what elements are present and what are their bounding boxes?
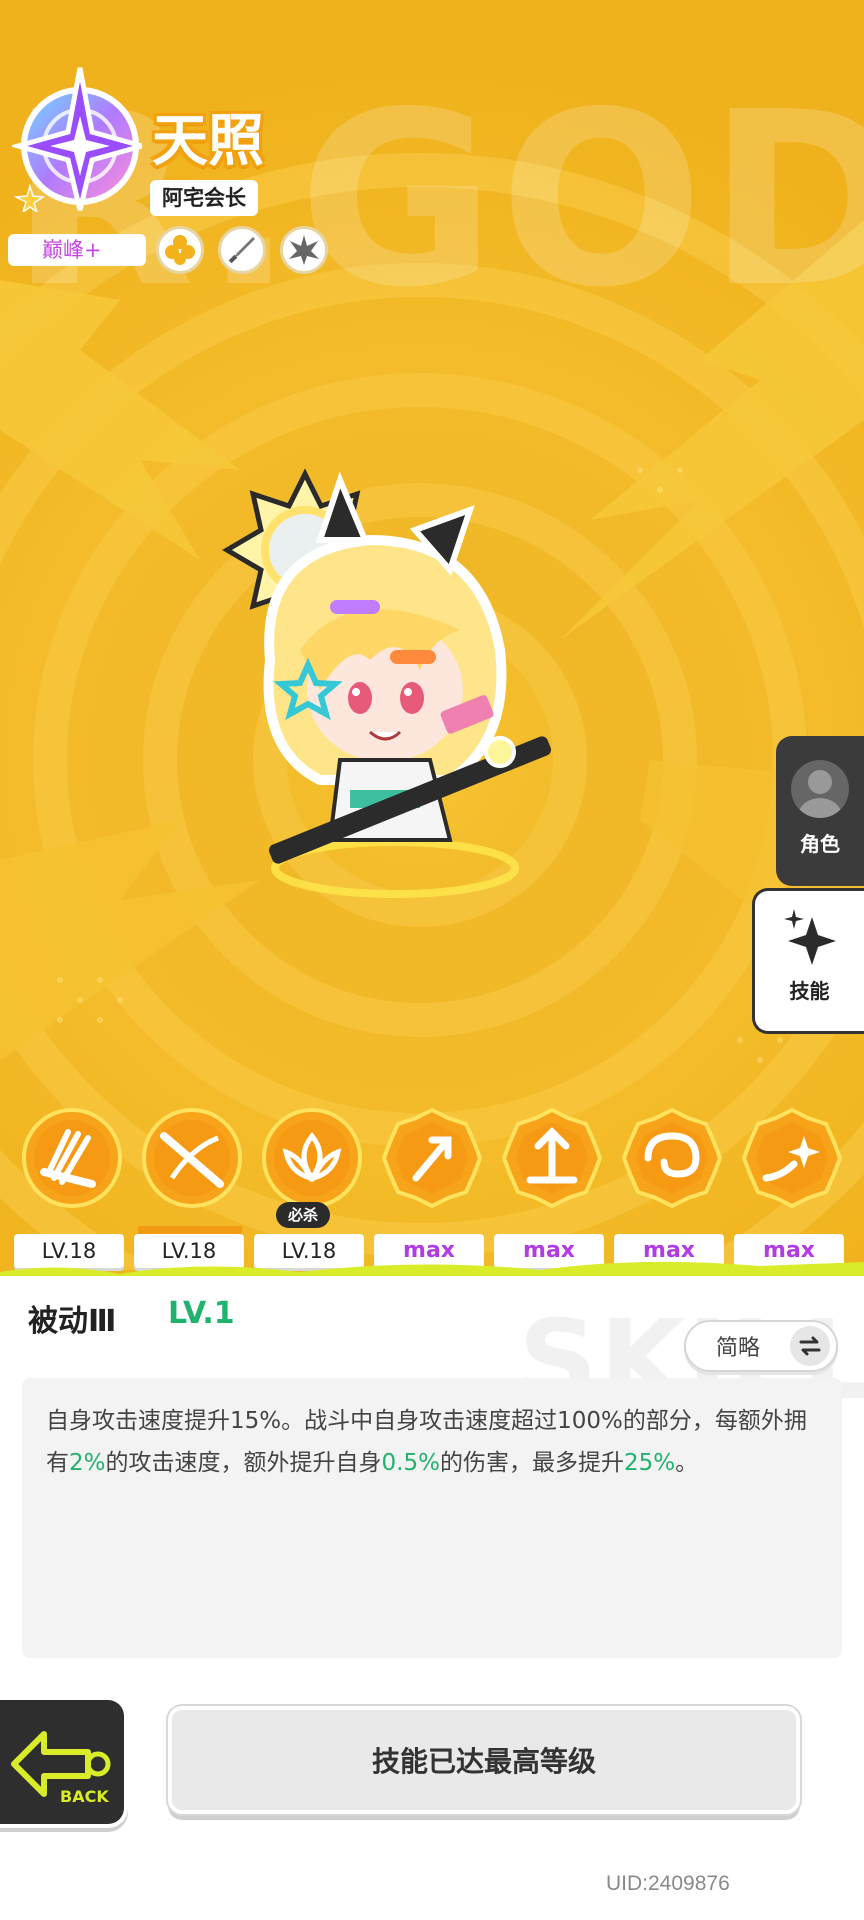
description-highlight: 2% bbox=[69, 1450, 106, 1476]
skill-description: 自身攻击速度提升15%。战斗中自身攻击速度超过100%的部分，每额外拥有2%的攻… bbox=[22, 1378, 842, 1658]
faction-emblem-icon bbox=[12, 67, 142, 212]
flower-icon[interactable] bbox=[156, 226, 204, 274]
tab-skill[interactable]: 技能 bbox=[752, 888, 864, 1034]
skill-slot-2[interactable]: LV.18 bbox=[134, 1100, 246, 1270]
swirl-icon bbox=[622, 1108, 722, 1208]
brief-toggle-button[interactable]: 简略 bbox=[684, 1320, 838, 1372]
sword-icon[interactable] bbox=[218, 226, 266, 274]
brief-toggle-label: 简略 bbox=[716, 1336, 761, 1361]
swap-icon bbox=[790, 1326, 830, 1366]
arrow-up-icon bbox=[502, 1108, 602, 1208]
skill-slot-5[interactable]: max bbox=[494, 1100, 606, 1270]
hero-background: R.GOD 天照 阿宅会长 巅峰+ bbox=[0, 0, 864, 1270]
comet-icon bbox=[742, 1108, 842, 1208]
description-text: 。 bbox=[675, 1450, 699, 1476]
description-highlight: 0.5% bbox=[381, 1450, 440, 1476]
fan-strike-icon bbox=[22, 1108, 122, 1208]
skill-list: LV.18 LV.18 必杀 LV.18 max max max max bbox=[14, 1100, 850, 1270]
skill-slot-1[interactable]: LV.18 bbox=[14, 1100, 126, 1270]
skill-detail-panel: SKILL 被动Ⅲ LV.1 简略 自身攻击速度提升15%。战斗中自身攻击速度超… bbox=[0, 1276, 864, 1920]
skill-name: 被动Ⅲ bbox=[28, 1304, 117, 1339]
character-sprite bbox=[222, 468, 552, 898]
skill-slot-4[interactable]: max bbox=[374, 1100, 486, 1270]
sparkle-icon bbox=[783, 909, 836, 965]
arrow-burst-icon bbox=[382, 1108, 482, 1208]
tab-character-label: 角色 bbox=[800, 832, 840, 856]
description-text: 的伤害，最多提升 bbox=[439, 1450, 624, 1476]
character-title: 阿宅会长 bbox=[150, 180, 258, 216]
description-text: 的攻击速度，额外提升自身 bbox=[105, 1450, 382, 1476]
user-id: UID:2409876 bbox=[606, 1872, 730, 1895]
description-highlight: 25% bbox=[623, 1450, 676, 1476]
character-name: 天照 bbox=[152, 109, 264, 174]
max-level-button[interactable]: 技能已达最高等级 bbox=[168, 1706, 800, 1814]
skill-slot-3[interactable]: 必杀 LV.18 bbox=[254, 1100, 366, 1270]
back-label: BACK bbox=[60, 1787, 109, 1806]
max-level-label: 技能已达最高等级 bbox=[371, 1745, 596, 1778]
back-button[interactable]: BACK bbox=[0, 1696, 128, 1828]
skill-slot-6[interactable]: max bbox=[614, 1100, 726, 1270]
avatar-icon bbox=[791, 760, 849, 818]
tab-character[interactable]: 角色 bbox=[776, 736, 864, 886]
skill-slot-7[interactable]: max bbox=[734, 1100, 846, 1270]
sword-slash-icon bbox=[142, 1108, 242, 1208]
skill-current-level: LV.1 bbox=[168, 1296, 235, 1331]
lotus-icon bbox=[262, 1108, 362, 1208]
burst-icon[interactable] bbox=[280, 226, 328, 274]
tab-skill-label: 技能 bbox=[789, 979, 830, 1003]
rank-badge: 巅峰+ bbox=[8, 234, 146, 266]
back-arrow-icon: BACK bbox=[11, 1731, 111, 1806]
ultimate-tag: 必杀 bbox=[276, 1202, 331, 1228]
